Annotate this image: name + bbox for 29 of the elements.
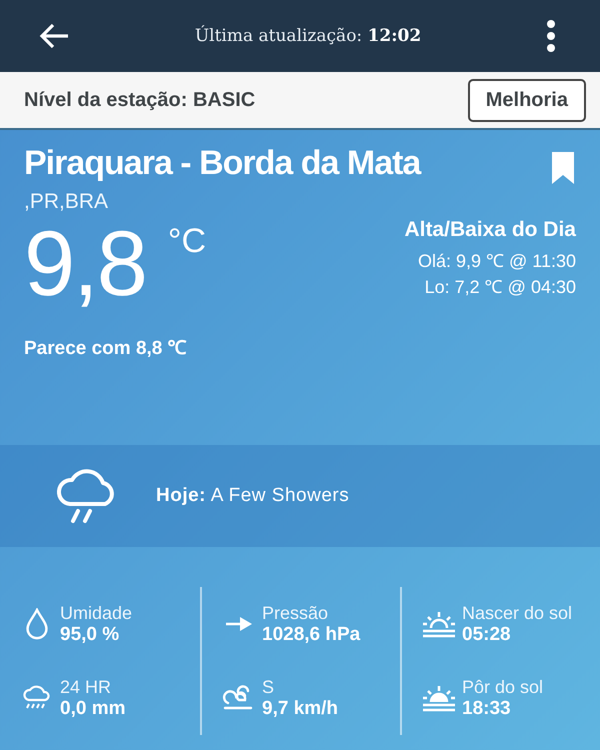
- forecast-text: Hoje: A Few Showers: [156, 485, 350, 507]
- temperature-unit: °C: [168, 222, 206, 261]
- stat-label: Pôr do sol: [462, 676, 544, 698]
- station-level-text: Nível da estação: BASIC: [24, 88, 256, 112]
- stat-label: 24 HR: [60, 676, 112, 698]
- stat-label: Pressão: [262, 602, 330, 624]
- back-arrow-icon[interactable]: [38, 22, 70, 50]
- upgrade-button[interactable]: Melhoria: [468, 78, 586, 122]
- last-updated-text: Última atualização: 12:02: [194, 26, 422, 46]
- stat-value: 0,0 mm: [60, 698, 126, 720]
- more-options-icon[interactable]: [546, 19, 556, 53]
- sunrise-icon: [422, 610, 456, 638]
- sunset-icon: [422, 684, 456, 712]
- stat-value: 95,0 %: [60, 624, 120, 646]
- stat-value: 9,7 km/h: [262, 698, 338, 720]
- location-name: Piraquara - Borda da Mata: [24, 144, 420, 183]
- feels-like-text: Parece com 8,8 ℃: [24, 337, 188, 360]
- low-temperature-text: Lo: 7,2 ℃ @ 04:30: [424, 276, 576, 299]
- stat-label: Umidade: [60, 602, 132, 624]
- stat-value: 18:33: [462, 698, 512, 720]
- stat-label: Nascer do sol: [462, 602, 572, 624]
- stat-label: S: [262, 676, 276, 698]
- temperature-value: 9,8: [24, 214, 146, 314]
- stat-value: 1028,6 hPa: [262, 624, 360, 646]
- high-temperature-text: Olá: 9,9 ℃ @ 11:30: [416, 250, 576, 273]
- stat-value: 05:28: [462, 624, 512, 646]
- bookmark-icon[interactable]: [552, 152, 574, 184]
- region-text: ,PR,BRA: [24, 190, 110, 214]
- high-low-title: Alta/Baixa do Dia: [404, 218, 576, 242]
